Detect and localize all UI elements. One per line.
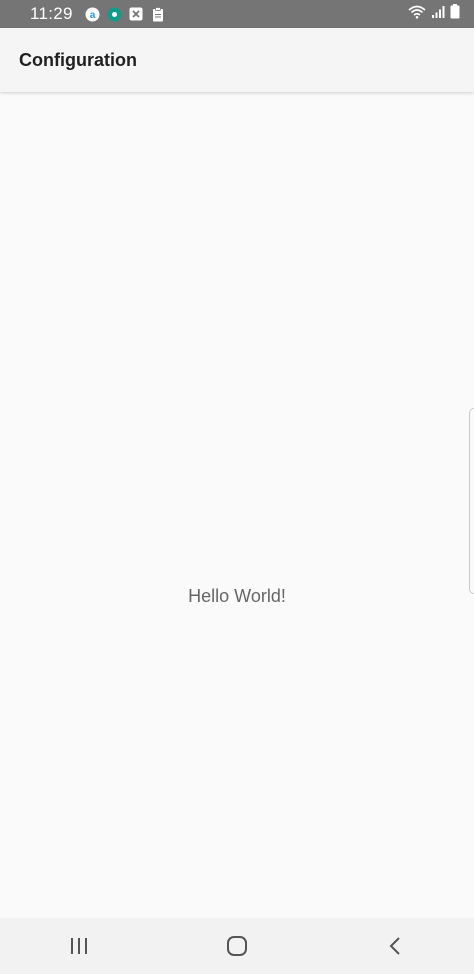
- close-box-icon: [129, 7, 144, 22]
- wifi-icon: [408, 5, 426, 24]
- clipboard-icon: [151, 6, 166, 22]
- navigation-bar: [0, 918, 474, 974]
- status-time: 11:29: [30, 4, 73, 23]
- edge-panel-handle[interactable]: [469, 408, 474, 594]
- app-screen: 11:29 a Configuration Hello World!: [0, 0, 474, 974]
- notification-icons: a: [85, 6, 166, 22]
- home-button[interactable]: [158, 918, 316, 974]
- signal-icon: [431, 5, 445, 24]
- app-a-icon: a: [85, 7, 100, 22]
- back-button[interactable]: [316, 918, 474, 974]
- home-icon: [227, 936, 247, 956]
- recent-apps-button[interactable]: [0, 918, 158, 974]
- hello-message: Hello World!: [188, 586, 286, 606]
- recent-apps-icon: [71, 938, 87, 954]
- status-bar: 11:29 a: [0, 0, 474, 28]
- battery-icon: [450, 4, 460, 24]
- status-indicators: [408, 4, 460, 24]
- location-app-icon: [107, 7, 122, 22]
- main-content: Hello World!: [0, 92, 474, 918]
- app-bar: Configuration: [0, 28, 474, 92]
- back-icon: [389, 937, 400, 955]
- svg-text:a: a: [90, 10, 96, 21]
- page-title: Configuration: [19, 49, 137, 70]
